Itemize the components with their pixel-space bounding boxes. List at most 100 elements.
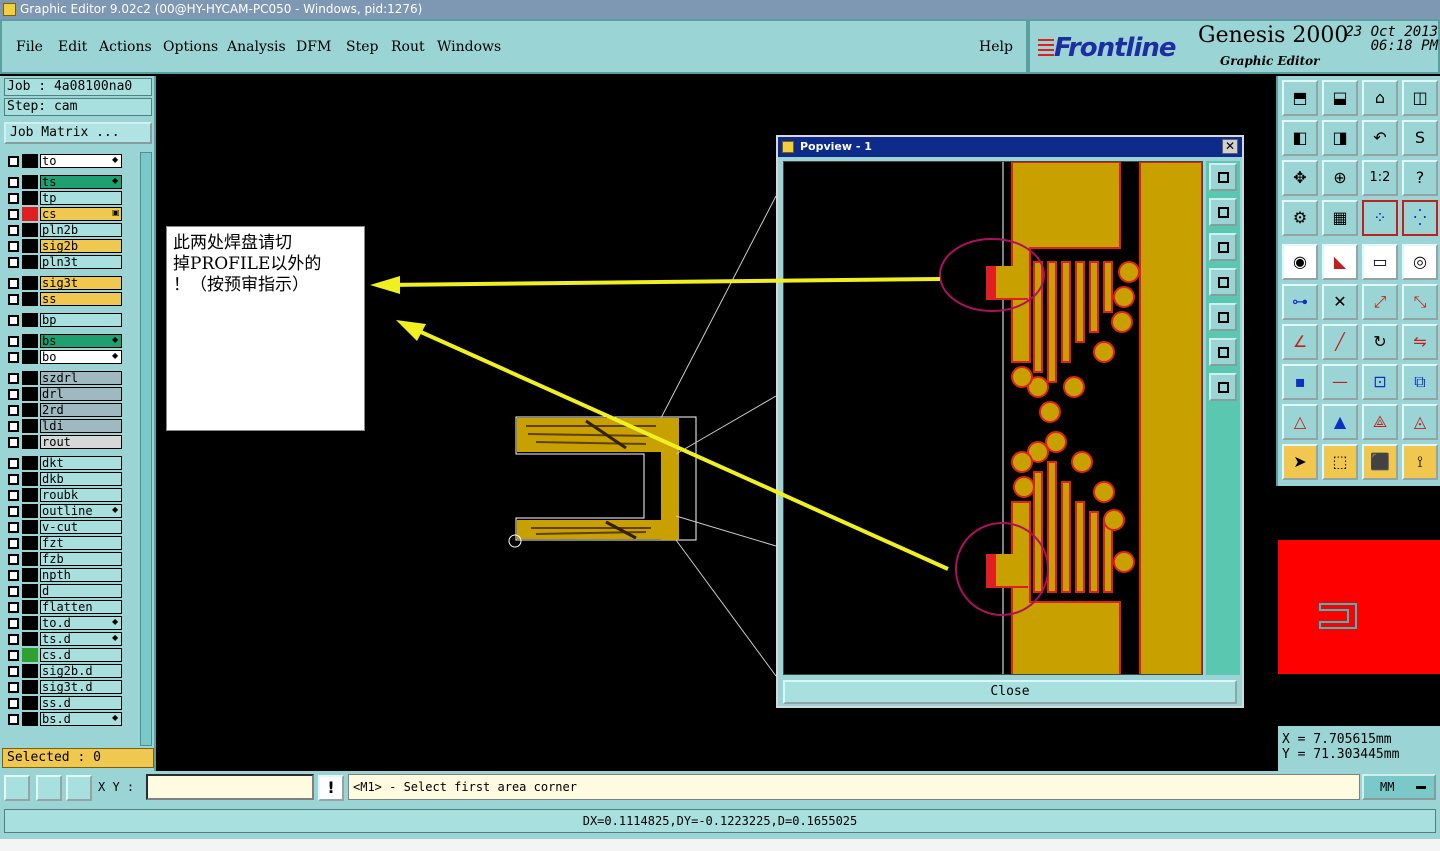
layer-row[interactable]: d [4,584,138,598]
layer-name[interactable]: sig3t.d [40,680,122,694]
layer-checkbox[interactable] [8,714,19,725]
menu-rout[interactable]: Rout [391,39,425,55]
select-point-icon[interactable]: ◎ [1402,244,1438,280]
redraw-icon[interactable]: S [1402,120,1438,156]
menu-actions[interactable]: Actions [99,39,152,55]
layer-checkbox[interactable] [8,389,19,400]
layer-checkbox[interactable] [8,177,19,188]
triangle-filled-icon[interactable]: ▲ [1322,404,1358,440]
layer-checkbox[interactable] [8,474,19,485]
layer-row[interactable]: pln2b [4,223,138,237]
layer-name[interactable]: drl [40,387,122,401]
layer-row[interactable]: to.d ◆ [4,616,138,630]
layer-row[interactable]: bo ◆ [4,350,138,364]
layer-row[interactable]: bs ◆ [4,334,138,348]
layer-checkbox[interactable] [8,241,19,252]
layer-checkbox[interactable] [8,458,19,469]
pan-left-icon[interactable] [1209,268,1237,296]
menu-help[interactable]: Help [979,39,1013,55]
snap-mode-icon[interactable] [4,775,30,801]
move-node-icon[interactable]: ⤢ [1362,284,1398,320]
layer-name[interactable]: bo [40,350,122,364]
layer-row[interactable]: cs ▣ [4,207,138,221]
job-matrix-button[interactable]: Job Matrix ... [4,122,152,144]
layer-row[interactable]: ldi [4,419,138,433]
line-tool-icon[interactable]: ◣ [1322,244,1358,280]
layer-name[interactable]: szdrl [40,371,122,385]
grid-mode-icon[interactable] [66,775,92,801]
zoom-out-icon[interactable] [1209,373,1237,401]
layer-checkbox[interactable] [8,294,19,305]
group-icon[interactable]: ⧉ [1402,364,1438,400]
zoom-area-icon[interactable]: ⊕ [1322,160,1358,196]
layer-checkbox[interactable] [8,373,19,384]
zoom-extents-icon[interactable]: ✥ [1282,160,1318,196]
stretch-icon[interactable]: ⤡ [1402,284,1438,320]
dimension-icon[interactable]: ⊡ [1362,364,1398,400]
menu-dfm[interactable]: DFM [296,39,331,55]
layer-name[interactable]: tp [40,191,122,205]
layer-name[interactable]: pln2b [40,223,122,237]
popview-close-button[interactable]: Close [783,680,1237,704]
layer-name[interactable]: bp [40,313,122,327]
move-left-icon[interactable]: ◧ [1282,120,1318,156]
select-box-icon[interactable]: ⬚ [1322,444,1358,480]
layer-checkbox[interactable] [8,570,19,581]
layer-checkbox[interactable] [8,336,19,347]
snap-icon[interactable]: ⁘ [1362,200,1398,236]
layer-row[interactable]: ts.d ◆ [4,632,138,646]
layer-row[interactable]: szdrl [4,371,138,385]
split-view-icon[interactable]: ◫ [1402,80,1438,116]
layer-row[interactable]: flatten [4,600,138,614]
help-icon[interactable]: ? [1402,160,1438,196]
pan-up-icon[interactable] [1209,198,1237,226]
polygon-icon[interactable]: ⟁ [1362,404,1398,440]
menu-edit[interactable]: Edit [58,39,87,55]
layer-name[interactable]: ts [40,175,122,189]
layer-checkbox[interactable] [8,490,19,501]
mirror-icon[interactable]: ⇋ [1402,324,1438,360]
layer-name[interactable]: npth [40,568,122,582]
layer-name[interactable]: ss.d [40,696,122,710]
angle-mode-icon[interactable] [36,775,62,801]
layer-name[interactable]: ss [40,292,122,306]
zoom-fit-icon[interactable] [1209,163,1237,191]
layer-name[interactable]: pln3t [40,255,122,269]
layer-row[interactable]: to ◆ [4,154,138,168]
layer-name[interactable]: v-cut [40,520,122,534]
layer-checkbox[interactable] [8,618,19,629]
layer-name[interactable]: ldi [40,419,122,433]
polygon-alt-icon[interactable]: ◬ [1402,404,1438,440]
layer-row[interactable]: fzb [4,552,138,566]
layer-row[interactable]: bp [4,313,138,327]
layer-checkbox[interactable] [8,278,19,289]
pad-insert-icon[interactable]: ▪ [1282,364,1318,400]
horizontal-line-icon[interactable]: — [1322,364,1358,400]
xy-input[interactable] [146,774,314,800]
layer-name[interactable]: bs.d [40,712,122,726]
grid-icon[interactable]: ▦ [1322,200,1358,236]
layer-checkbox[interactable] [8,506,19,517]
snap-alt-icon[interactable]: ⁛ [1402,200,1438,236]
angle-icon[interactable]: ∠ [1282,324,1318,360]
popview-close-icon[interactable]: ✕ [1222,139,1238,154]
layer-checkbox[interactable] [8,634,19,645]
move-right-icon[interactable]: ◨ [1322,120,1358,156]
layer-name[interactable]: 2rd [40,403,122,417]
layer-checkbox[interactable] [8,666,19,677]
layer-row[interactable]: sig2b.d [4,664,138,678]
zoom-in-icon[interactable] [1209,338,1237,366]
layer-checkbox[interactable] [8,193,19,204]
layer-name[interactable]: bs [40,334,122,348]
menu-file[interactable]: File [16,39,43,55]
layer-row[interactable]: fzt [4,536,138,550]
layer-name[interactable]: outline [40,504,122,518]
layer-checkbox[interactable] [8,225,19,236]
measure-icon[interactable]: ▭ [1362,244,1398,280]
layer-row[interactable]: pln3t [4,255,138,269]
layer-checkbox[interactable] [8,437,19,448]
layer-name[interactable]: sig2b.d [40,664,122,678]
layer-name[interactable]: d [40,584,122,598]
pan-right-icon[interactable] [1209,303,1237,331]
layer-checkbox[interactable] [8,405,19,416]
